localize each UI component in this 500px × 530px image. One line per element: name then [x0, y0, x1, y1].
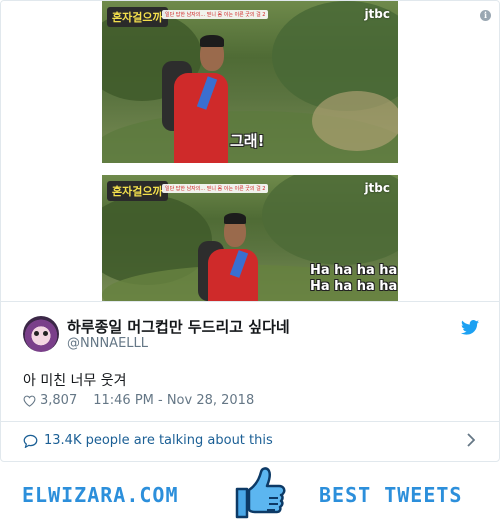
tweet-body: 하루종일 머그컵만 두드리고 싶다네 @NNNAELLL 아 미친 너무 웃겨 …: [1, 301, 499, 422]
tweet-meta: 3,807 11:46 PM - Nov 28, 2018: [23, 393, 254, 408]
show-logo: 혼자걸으까: [107, 181, 168, 201]
author-display-name[interactable]: 하루종일 머그컵만 두드리고 싶다네: [67, 316, 290, 337]
channel-logo: jtbc: [364, 181, 390, 195]
avatar[interactable]: [23, 316, 59, 352]
foliage: [312, 91, 398, 151]
site-name: ELWIZARA.COM: [22, 483, 179, 507]
tweet-text: 아 미친 너무 웃겨: [23, 373, 127, 389]
heart-icon[interactable]: [23, 395, 36, 407]
tweet-media[interactable]: 혼자걸으까 일단 답한 남자의... 믿니 몸 이는 이른 굿의 걸 2 jtb…: [1, 1, 499, 301]
embedded-tweet-card: 혼자걸으까 일단 답한 남자의... 믿니 몸 이는 이른 굿의 걸 2 jtb…: [0, 0, 500, 462]
comment-bubble-icon: [23, 434, 38, 448]
tagline: BEST TWEETS: [319, 483, 463, 507]
chevron-right-icon: [467, 433, 475, 447]
video-frame-2[interactable]: 혼자걸으까 일단 답한 남자의... 믿니 몸 이는 이른 굿의 걸 2 jtb…: [102, 175, 398, 301]
like-count[interactable]: 3,807: [40, 393, 77, 408]
branding-footer: ELWIZARA.COM BEST TWEETS: [0, 463, 500, 530]
video-frame-1[interactable]: 혼자걸으까 일단 답한 남자의... 믿니 몸 이는 이른 굿의 걸 2 jtb…: [102, 1, 398, 163]
talking-about-label[interactable]: 13.4K people are talking about this: [44, 433, 273, 448]
video-subtitle: 그래!: [230, 132, 265, 150]
twitter-bird-icon[interactable]: [461, 320, 479, 335]
author-handle[interactable]: @NNNAELLL: [67, 336, 148, 351]
info-icon[interactable]: i: [480, 10, 491, 21]
thumbs-up-icon: [235, 467, 286, 519]
tweet-timestamp[interactable]: 11:46 PM - Nov 28, 2018: [93, 393, 254, 408]
channel-logo: jtbc: [364, 7, 390, 21]
caption-strip: 일단 답한 남자의... 믿니 몸 이는 이른 굿의 걸 2: [162, 184, 269, 193]
show-logo: 혼자걸으까: [107, 7, 168, 27]
video-subtitle: Ha ha ha ha Ha ha ha ha: [310, 263, 398, 294]
talking-about-link[interactable]: 13.4K people are talking about this: [1, 421, 499, 460]
caption-strip: 일단 답한 남자의... 믿니 몸 이는 이른 굿의 걸 2: [162, 10, 269, 19]
